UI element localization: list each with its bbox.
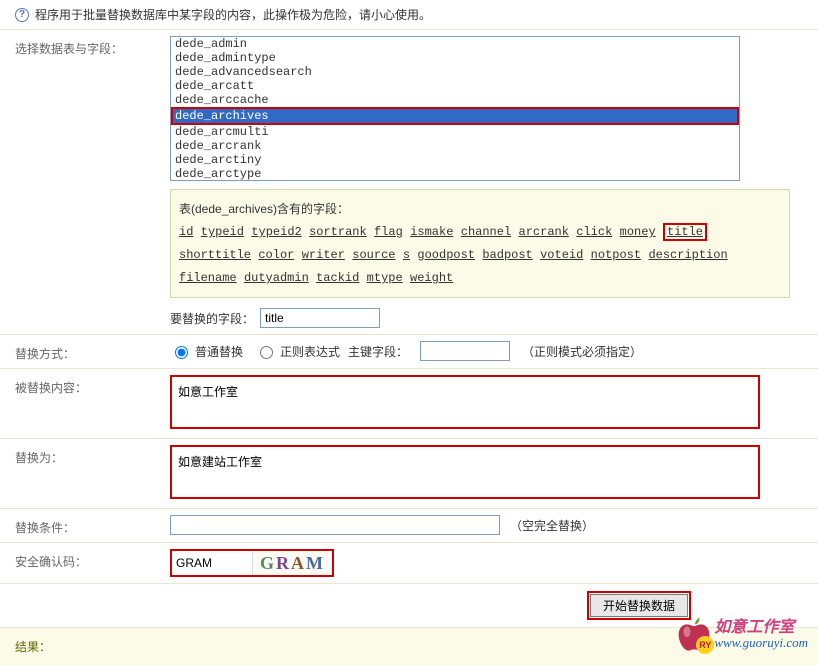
fields-box-title: 表(dede_archives)含有的字段： bbox=[179, 198, 781, 220]
replaced-content-label: 被替换内容： bbox=[15, 375, 170, 396]
table-select-label: 选择数据表与字段： bbox=[15, 36, 170, 57]
captcha-input[interactable] bbox=[172, 552, 252, 574]
field-link[interactable]: notpost bbox=[591, 248, 641, 262]
replace-mode-label: 替换方式： bbox=[15, 341, 170, 362]
table-option[interactable]: dede_arctiny bbox=[171, 153, 739, 167]
warning-text: 程序用于批量替换数据库中某字段的内容，此操作极为危险，请小心使用。 bbox=[35, 6, 431, 23]
warning-header: ? 程序用于批量替换数据库中某字段的内容，此操作极为危险，请小心使用。 bbox=[0, 0, 818, 30]
table-option[interactable]: dede_arccache bbox=[171, 93, 739, 107]
mode-normal-radio[interactable] bbox=[175, 346, 188, 359]
info-icon: ? bbox=[15, 8, 29, 22]
field-link[interactable]: title bbox=[663, 223, 707, 241]
table-option[interactable]: dede_arctype bbox=[171, 167, 739, 181]
field-link[interactable]: typeid2 bbox=[251, 225, 301, 239]
field-link[interactable]: voteid bbox=[540, 248, 583, 262]
pk-hint: （正则模式必须指定） bbox=[522, 343, 642, 360]
field-link[interactable]: ismake bbox=[410, 225, 453, 239]
watermark-url: www.guoruyi.com bbox=[714, 636, 808, 649]
mode-normal-label: 普通替换 bbox=[195, 343, 243, 360]
field-link[interactable]: description bbox=[648, 248, 727, 262]
table-option[interactable]: dede_admin bbox=[171, 37, 739, 51]
watermark-name: 如意工作室 bbox=[714, 620, 808, 636]
field-link[interactable]: tackid bbox=[316, 271, 359, 285]
field-link[interactable]: mtype bbox=[367, 271, 403, 285]
field-link[interactable]: s bbox=[403, 248, 410, 262]
field-link[interactable]: filename bbox=[179, 271, 237, 285]
table-option[interactable]: dede_archives bbox=[171, 107, 739, 125]
field-link[interactable]: goodpost bbox=[417, 248, 475, 262]
field-link[interactable]: arcrank bbox=[519, 225, 569, 239]
field-link[interactable]: id bbox=[179, 225, 193, 239]
watermark: RY 如意工作室 www.guoruyi.com bbox=[678, 616, 808, 652]
replace-cond-hint: （空完全替换） bbox=[510, 517, 594, 534]
field-link[interactable]: shorttitle bbox=[179, 248, 251, 262]
replace-cond-input[interactable] bbox=[170, 515, 500, 535]
replace-cond-label: 替换条件： bbox=[15, 515, 170, 536]
field-link[interactable]: typeid bbox=[201, 225, 244, 239]
field-link[interactable]: sortrank bbox=[309, 225, 367, 239]
table-option[interactable]: dede_advancedsearch bbox=[171, 65, 739, 79]
replaced-content-input[interactable] bbox=[170, 375, 760, 429]
replace-to-input[interactable] bbox=[170, 445, 760, 499]
replace-field-label: 要替换的字段： bbox=[170, 310, 254, 327]
fields-box: 表(dede_archives)含有的字段： id typeid typeid2… bbox=[170, 189, 790, 298]
table-select-list[interactable]: dede_admindede_admintypedede_advancedsea… bbox=[170, 36, 740, 181]
pk-input[interactable] bbox=[420, 341, 510, 361]
pk-label: 主键字段： bbox=[348, 343, 408, 360]
table-option[interactable]: dede_admintype bbox=[171, 51, 739, 65]
field-link[interactable]: flag bbox=[374, 225, 403, 239]
replace-to-label: 替换为： bbox=[15, 445, 170, 466]
mode-regex-label: 正则表达式 bbox=[280, 343, 340, 360]
submit-button[interactable]: 开始替换数据 bbox=[590, 594, 688, 617]
apple-icon: RY bbox=[678, 616, 710, 652]
field-link[interactable]: source bbox=[352, 248, 395, 262]
field-link[interactable]: weight bbox=[410, 271, 453, 285]
mode-regex-radio[interactable] bbox=[260, 346, 273, 359]
table-option[interactable]: dede_arcmulti bbox=[171, 125, 739, 139]
replace-field-input[interactable] bbox=[260, 308, 380, 328]
table-option[interactable]: dede_arcrank bbox=[171, 139, 739, 153]
field-link[interactable]: dutyadmin bbox=[244, 271, 309, 285]
fields-list: id typeid typeid2 sortrank flag ismake c… bbox=[179, 220, 781, 289]
captcha-label: 安全确认码： bbox=[15, 549, 170, 570]
field-link[interactable]: writer bbox=[302, 248, 345, 262]
field-link[interactable]: click bbox=[576, 225, 612, 239]
captcha-image[interactable]: GRAM bbox=[252, 551, 332, 575]
ry-badge: RY bbox=[696, 636, 714, 654]
field-link[interactable]: channel bbox=[461, 225, 511, 239]
field-link[interactable]: money bbox=[620, 225, 656, 239]
table-option[interactable]: dede_arcatt bbox=[171, 79, 739, 93]
field-link[interactable]: color bbox=[258, 248, 294, 262]
field-link[interactable]: badpost bbox=[482, 248, 532, 262]
